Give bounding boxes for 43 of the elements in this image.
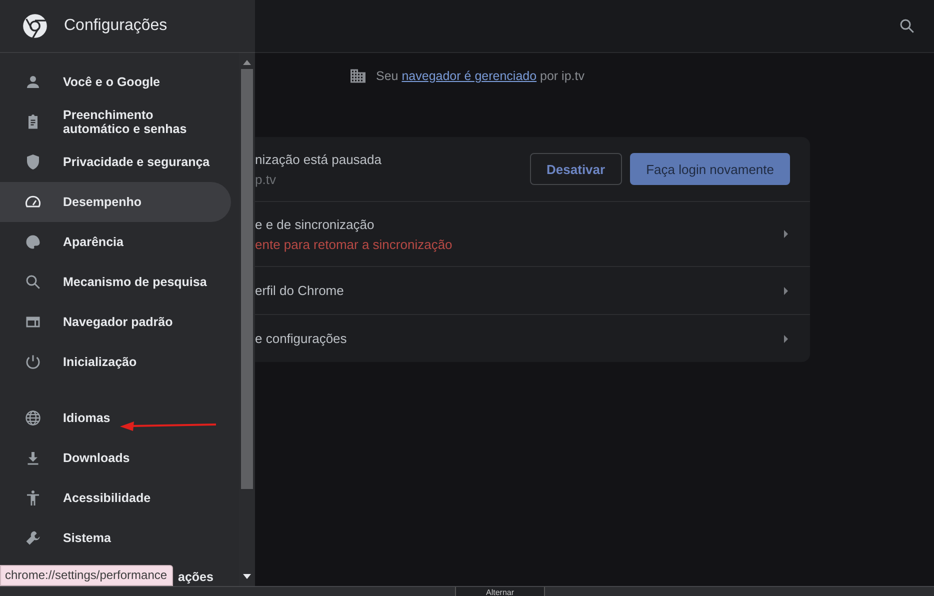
nav-item[interactable]: Idiomas [0,398,231,438]
sync-status: nização está pausada [255,152,382,166]
scroll-down-icon[interactable] [243,574,251,580]
nav-item[interactable]: Desempenho [0,182,231,222]
wrench-icon [24,529,42,547]
nav-item[interactable]: Downloads [0,438,231,478]
row-title: e configurações [255,331,348,346]
chevron-icon [782,286,790,296]
search-icon [24,273,42,291]
power-icon [24,353,42,371]
row-title: e e de sincronização [255,216,376,232]
toggle-button[interactable]: Alternar [455,587,546,596]
search-icon[interactable] [898,17,916,35]
building-icon [349,67,367,85]
settings-row[interactable]: e e de sincronização ente para retomar a sincronização [255,201,810,266]
shield-icon [24,153,42,171]
settings-row[interactable]: e configurações [255,314,810,362]
accessibility-icon [24,489,42,507]
nav-item[interactable]: Você e o Google [0,62,231,102]
url-tooltip: chrome://settings/performance [0,565,174,586]
managed-link[interactable]: navegador é gerenciado [402,69,537,83]
settings-title: Configurações [64,17,168,35]
row-error: ente para retomar a sincronização [255,236,454,252]
row-title: erfil do Chrome [255,283,345,298]
nav-item[interactable]: Acessibilidade [0,478,231,518]
scroll-up-icon[interactable] [243,59,251,65]
chevron-icon [782,334,790,344]
browser-logo-icon [22,13,48,39]
nav-item[interactable]: Inicialização [0,342,231,382]
nav-item[interactable]: Preenchimento automático e senhas [0,102,231,142]
nav-item[interactable]: Privacidade e segurança [0,142,231,182]
palette-icon [24,233,42,251]
nav-item[interactable]: Sistema [0,518,231,558]
globe-icon [24,409,42,427]
managed-notice: Seu navegador é gerenciado por ip.tv [376,69,584,83]
turn-off-button[interactable]: Desativar [530,153,622,185]
person-icon [24,73,42,91]
chevron-icon [782,229,790,239]
account-domain: p.tv [255,172,277,186]
nav-item[interactable]: Aparência [0,222,231,262]
settings-row[interactable]: erfil do Chrome [255,266,810,314]
nav-item[interactable]: Mecanismo de pesquisa [0,262,231,302]
nav-item[interactable]: Navegador padrão [0,302,231,342]
